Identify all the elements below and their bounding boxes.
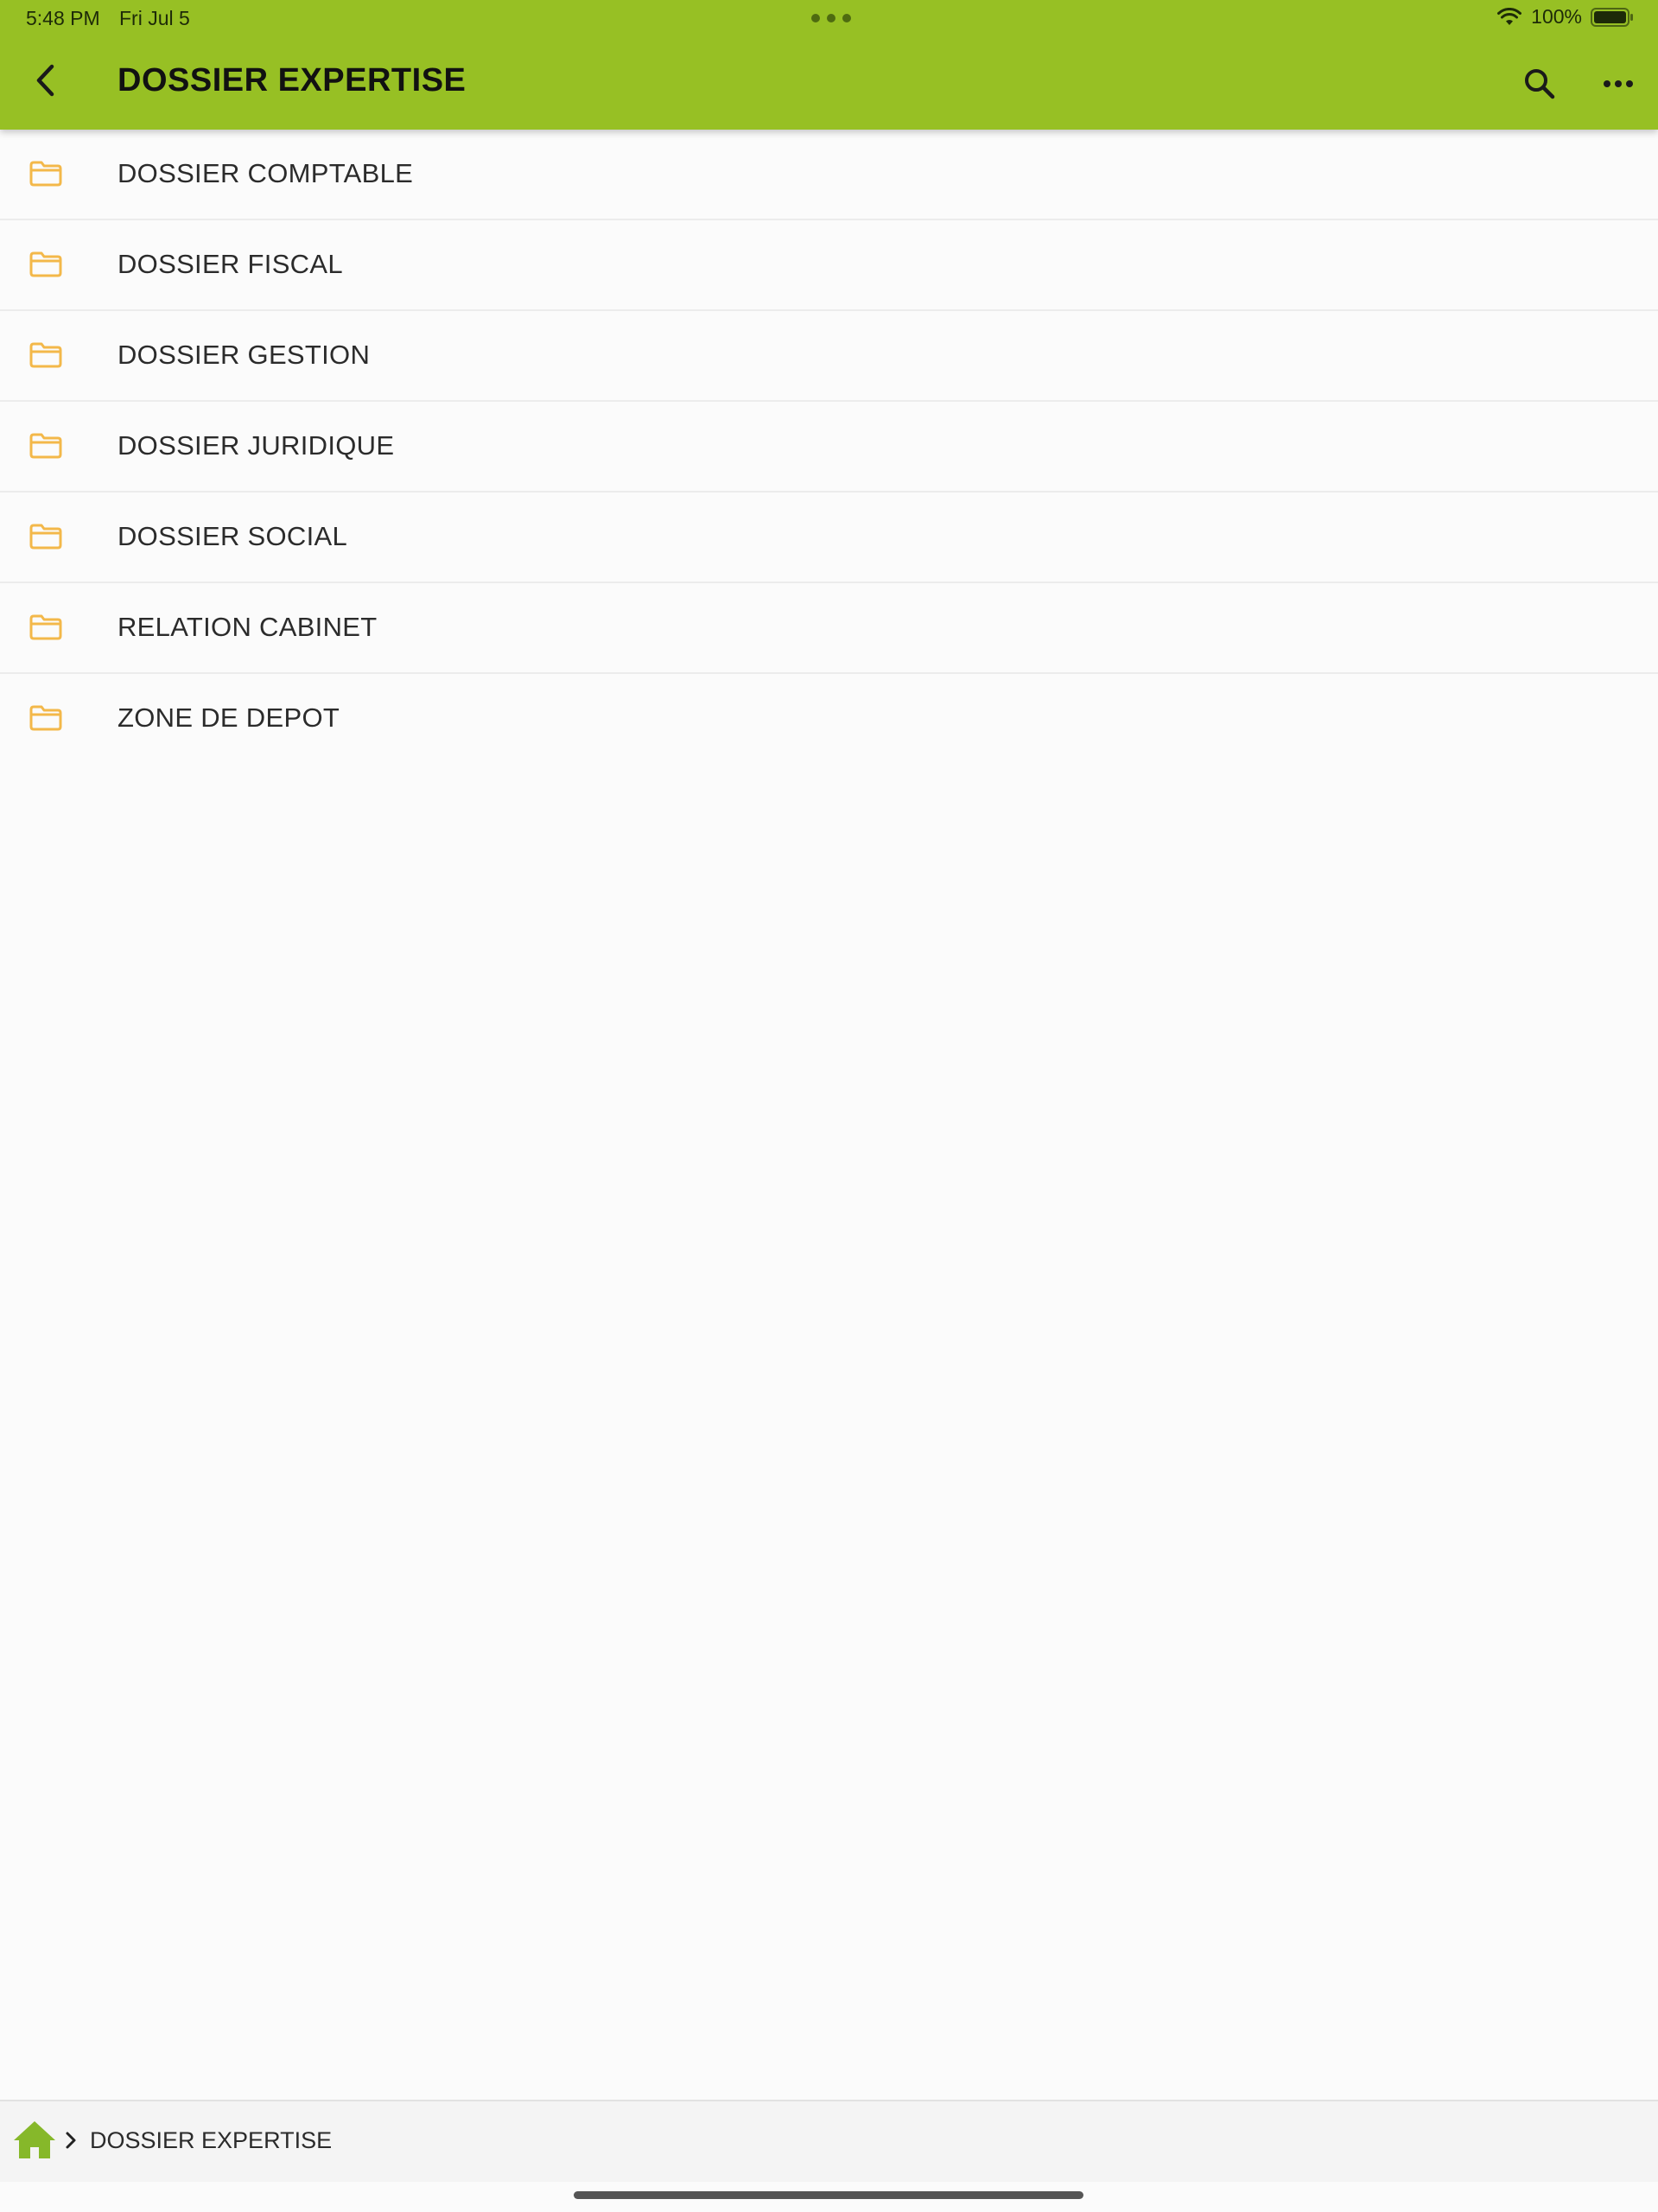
folder-icon: [29, 524, 62, 550]
folder-label: RELATION CABINET: [118, 612, 378, 642]
battery-icon: [1591, 7, 1633, 27]
folder-label: DOSSIER COMPTABLE: [118, 158, 414, 188]
chevron-right-icon: [66, 2132, 76, 2149]
battery-percentage: 100%: [1531, 5, 1582, 28]
folder-label: DOSSIER FISCAL: [118, 249, 343, 279]
top-bar: 5:48 PM Fri Jul 5 100% DOSSIER EXPERTISE: [0, 0, 1658, 130]
folder-icon: [29, 614, 62, 640]
home-icon[interactable]: [12, 2119, 57, 2160]
folder-label: DOSSIER SOCIAL: [118, 521, 348, 551]
back-button[interactable]: [24, 59, 67, 102]
folder-icon: [29, 251, 62, 277]
folder-item-dossier-fiscal[interactable]: DOSSIER FISCAL: [0, 220, 1658, 311]
page-title: DOSSIER EXPERTISE: [118, 62, 467, 99]
search-icon: [1525, 69, 1555, 99]
folder-item-dossier-gestion[interactable]: DOSSIER GESTION: [0, 311, 1658, 402]
folder-icon: [29, 433, 62, 459]
folder-label: DOSSIER JURIDIQUE: [118, 430, 395, 461]
folder-item-zone-de-depot[interactable]: ZONE DE DEPOT: [0, 674, 1658, 765]
folder-list: DOSSIER COMPTABLE DOSSIER FISCAL DOSSIER…: [0, 130, 1658, 765]
folder-icon: [29, 705, 62, 731]
search-button[interactable]: [1518, 62, 1561, 105]
folder-item-dossier-juridique[interactable]: DOSSIER JURIDIQUE: [0, 402, 1658, 493]
folder-item-relation-cabinet[interactable]: RELATION CABINET: [0, 583, 1658, 674]
folder-item-dossier-social[interactable]: DOSSIER SOCIAL: [0, 493, 1658, 583]
breadcrumb: DOSSIER EXPERTISE: [0, 2100, 1658, 2182]
status-bar: 5:48 PM Fri Jul 5 100%: [0, 0, 1658, 38]
folder-icon: [29, 161, 62, 187]
folder-label: ZONE DE DEPOT: [118, 702, 340, 733]
more-options-button[interactable]: [1597, 62, 1640, 105]
folder-item-dossier-comptable[interactable]: DOSSIER COMPTABLE: [0, 130, 1658, 220]
folder-icon: [29, 342, 62, 368]
multitasking-dots[interactable]: [811, 14, 851, 22]
home-indicator[interactable]: [574, 2191, 1083, 2199]
navigation-bar: DOSSIER EXPERTISE: [0, 38, 1658, 130]
status-time: 5:48 PM: [26, 7, 100, 29]
wifi-icon: [1497, 7, 1522, 25]
status-indicators: 100%: [1496, 5, 1634, 29]
status-date: Fri Jul 5: [119, 7, 190, 29]
chevron-left-icon: [36, 64, 54, 97]
breadcrumb-current[interactable]: DOSSIER EXPERTISE: [90, 2127, 332, 2154]
more-horizontal-icon: [1604, 80, 1633, 87]
folder-label: DOSSIER GESTION: [118, 340, 371, 370]
